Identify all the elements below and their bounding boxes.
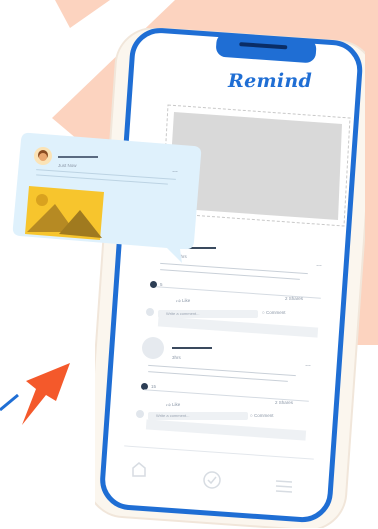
post2-comment-button[interactable]: ○ Comment <box>250 413 273 418</box>
home-icon[interactable] <box>130 460 148 478</box>
post2-like-button[interactable]: 👍︎ Like <box>166 402 180 408</box>
post2-more-icon[interactable]: … <box>305 362 311 368</box>
popup-meta: Just Now <box>58 163 77 168</box>
post2-meta: 3hrs <box>172 355 181 360</box>
post2-reaction-count: 15 <box>151 384 157 389</box>
image-icon <box>25 186 104 240</box>
avatar-icon <box>136 410 144 418</box>
check-circle-icon[interactable] <box>202 470 222 490</box>
post1-comment-button[interactable]: ○ Comment <box>262 310 285 315</box>
post2-name-line <box>172 347 212 349</box>
post1-share-meta: 2 Shares <box>285 296 304 301</box>
post2-share-meta: 2 Shares <box>275 400 294 405</box>
post1-more-icon[interactable]: … <box>316 262 322 268</box>
post1-like-button[interactable]: 👍︎ Like <box>176 298 190 304</box>
avatar-icon <box>34 147 52 165</box>
brand-logo: Remind <box>228 70 313 92</box>
post2-comment-input[interactable]: Write a comment... <box>148 412 248 420</box>
avatar-icon <box>142 337 164 359</box>
avatar-icon <box>146 308 154 316</box>
popup-name-line <box>58 156 98 158</box>
menu-icon[interactable] <box>274 478 294 494</box>
arrow-decoration <box>0 363 70 425</box>
popup-more-icon[interactable]: … <box>172 168 178 174</box>
